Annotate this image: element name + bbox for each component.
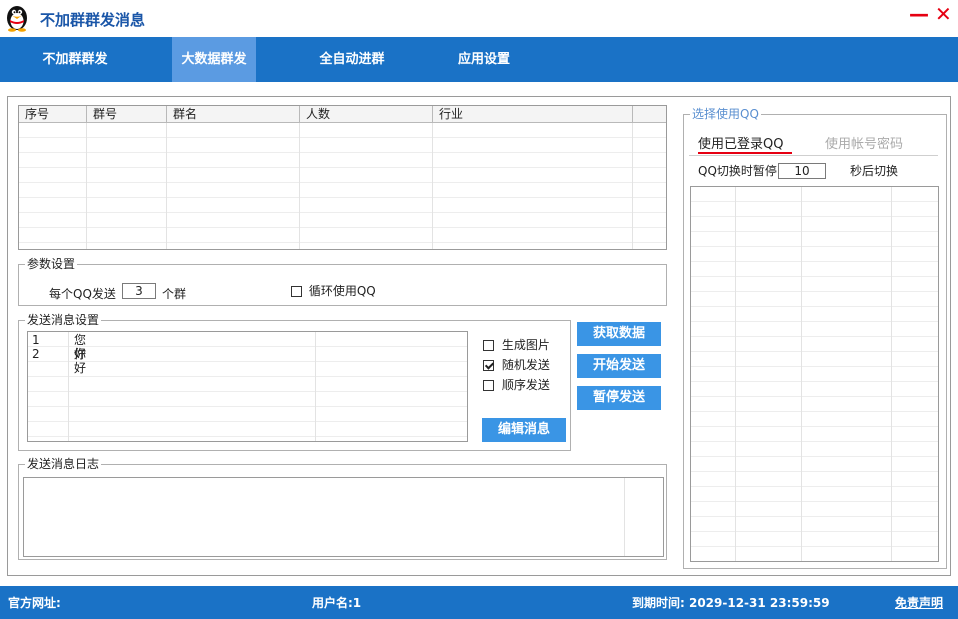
- tab-no-join-mass-send[interactable]: 不加群群发: [0, 37, 150, 82]
- checkbox-box[interactable]: [483, 380, 494, 391]
- app-title: 不加群群发消息: [40, 11, 146, 29]
- qq-penguin-icon: [4, 2, 30, 32]
- tab-app-settings[interactable]: 应用设置: [440, 37, 528, 82]
- col-group-no[interactable]: 群号: [87, 106, 167, 123]
- pause-send-button[interactable]: 暂停发送: [577, 386, 661, 410]
- tab-logged-in-qq[interactable]: 使用已登录QQ: [698, 133, 783, 152]
- group-table[interactable]: 序号 群号 群名 人数 行业: [18, 105, 667, 250]
- random-send-checkbox[interactable]: 随机发送: [483, 356, 550, 373]
- main-panel: 序号 群号 群名 人数 行业 参数设置 每个QQ发送 3 个群 循环使用QQ 发…: [7, 96, 951, 576]
- sequential-send-checkbox[interactable]: 顺序发送: [483, 376, 550, 393]
- qq-switch-input[interactable]: 10: [778, 163, 826, 179]
- per-qq-label: 每个QQ发送: [49, 287, 116, 301]
- close-button[interactable]: ✕: [935, 0, 952, 28]
- col-index[interactable]: 序号: [19, 106, 87, 123]
- params-group: 参数设置 每个QQ发送 3 个群 循环使用QQ: [18, 257, 667, 306]
- select-qq-group: 选择使用QQ 使用已登录QQ 使用帐号密码 QQ切换时暂停 10 秒后切换: [683, 107, 947, 569]
- table-body: [19, 123, 666, 249]
- loop-qq-label: 循环使用QQ: [308, 284, 376, 298]
- sequential-send-label: 顺序发送: [501, 378, 550, 392]
- table-header: 序号 群号 群名 人数 行业: [19, 106, 666, 123]
- generate-image-label: 生成图片: [501, 338, 550, 352]
- send-log-legend: 发送消息日志: [25, 457, 102, 472]
- message-settings-group: 发送消息设置 1 您好 2 你好 生成图片 随机发送 顺序发送 编辑消息: [18, 313, 571, 451]
- qq-account-list[interactable]: [690, 186, 939, 562]
- per-qq-unit: 个群: [162, 287, 187, 301]
- checkbox-box[interactable]: [483, 340, 494, 351]
- tab-auto-join[interactable]: 全自动进群: [300, 37, 404, 82]
- send-log-group: 发送消息日志: [18, 457, 667, 560]
- checkbox-box[interactable]: [291, 286, 302, 297]
- message-index: 1: [32, 333, 40, 347]
- start-send-button[interactable]: 开始发送: [577, 354, 661, 378]
- minimize-button[interactable]: —: [909, 0, 929, 28]
- generate-image-checkbox[interactable]: 生成图片: [483, 336, 550, 353]
- message-list[interactable]: 1 您好 2 你好: [27, 331, 468, 442]
- message-index: 2: [32, 347, 40, 361]
- params-legend: 参数设置: [25, 257, 78, 272]
- qq-switch-unit: 秒后切换: [850, 164, 899, 178]
- expire-time-label: 到期时间: 2029-12-31 23:59:59: [632, 596, 830, 610]
- tab-account-password[interactable]: 使用帐号密码: [825, 133, 903, 152]
- qq-switch-label: QQ切换时暂停: [698, 164, 777, 178]
- disclaimer-link[interactable]: 免责声明: [895, 594, 943, 611]
- col-industry[interactable]: 行业: [433, 106, 633, 123]
- message-settings-legend: 发送消息设置: [25, 313, 102, 328]
- random-send-label: 随机发送: [501, 358, 550, 372]
- tab-big-data-send[interactable]: 大数据群发: [172, 37, 256, 82]
- official-site-label: 官方网址:: [8, 596, 61, 610]
- col-members[interactable]: 人数: [300, 106, 433, 123]
- send-log-area[interactable]: [23, 477, 664, 557]
- fetch-data-button[interactable]: 获取数据: [577, 322, 661, 346]
- message-text: 你好: [74, 347, 87, 375]
- status-bar: 官方网址: 用户名:1 到期时间: 2029-12-31 23:59:59 免责…: [0, 586, 958, 619]
- select-qq-legend: 选择使用QQ: [690, 107, 761, 122]
- loop-qq-checkbox[interactable]: 循环使用QQ: [291, 282, 376, 299]
- checkbox-box[interactable]: [483, 360, 494, 371]
- username-label: 用户名:1: [312, 596, 362, 610]
- nav-bar: 不加群群发 大数据群发 全自动进群 应用设置: [0, 37, 958, 82]
- active-tab-underline: [698, 152, 792, 154]
- per-qq-input[interactable]: 3: [122, 283, 156, 299]
- edit-message-button[interactable]: 编辑消息: [482, 418, 566, 442]
- col-group-name[interactable]: 群名: [167, 106, 300, 123]
- tab-divider: [689, 155, 938, 156]
